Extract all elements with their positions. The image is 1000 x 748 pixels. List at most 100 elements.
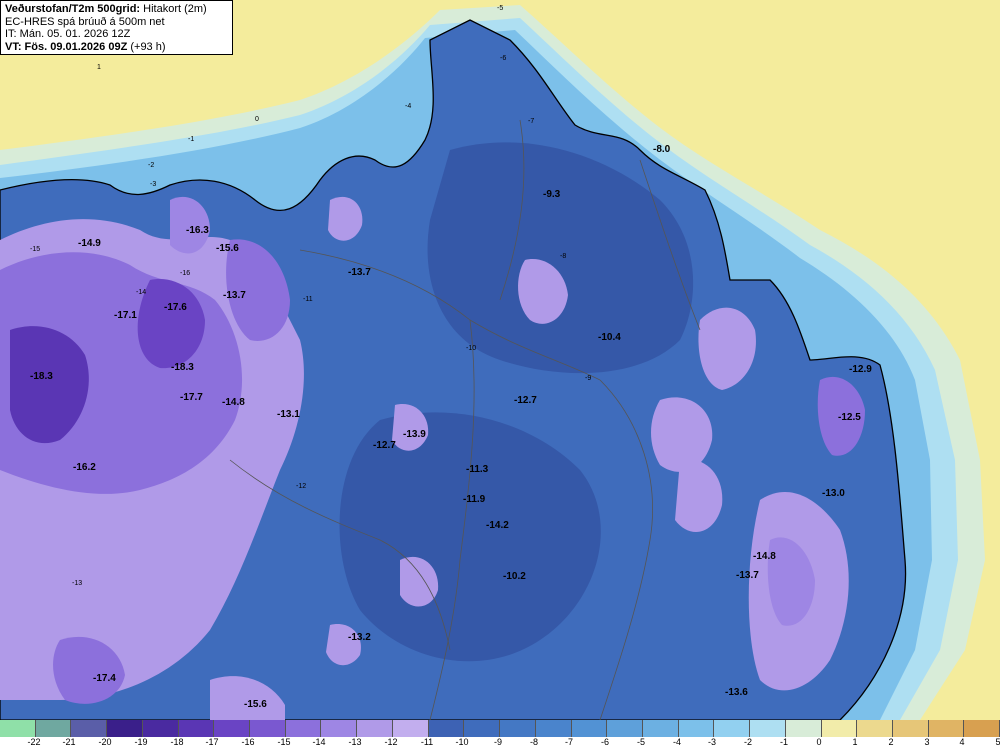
temperature-value-label: -18.3 — [30, 371, 53, 382]
legend-tick: -16 — [241, 737, 255, 747]
map-title-main: Veðurstofan/T2m 500grid: — [5, 3, 141, 15]
temperature-value-label: -14.8 — [753, 551, 776, 562]
legend-swatch — [607, 720, 643, 737]
legend-tick: -12 — [384, 737, 398, 747]
map-title-type: Hitakort (2m) — [140, 3, 207, 15]
temperature-value-label: -12.7 — [373, 440, 396, 451]
temperature-value-label: -16.2 — [73, 462, 96, 473]
initial-time: IT: Mán. 05. 01. 2026 12Z — [5, 28, 131, 40]
contour-label: 1 — [97, 64, 101, 71]
legend-tick: 4 — [959, 737, 965, 747]
temperature-value-label: -12.9 — [849, 364, 872, 375]
contour-label: -14 — [136, 289, 146, 296]
legend-swatch — [821, 720, 858, 737]
valid-time: VT: Fös. 09.01.2026 09Z (+93 h) — [5, 41, 228, 54]
legend-tick: -20 — [98, 737, 112, 747]
temperature-value-label: -17.4 — [93, 673, 116, 684]
legend-swatch — [964, 720, 1000, 737]
legend-swatch — [857, 720, 893, 737]
legend-tick: -6 — [600, 737, 610, 747]
temperature-value-label: -12.5 — [838, 412, 861, 423]
temperature-value-label: -9.3 — [543, 189, 561, 200]
legend-tick: -8 — [529, 737, 539, 747]
legend-swatch — [214, 720, 251, 737]
legend-tick: -11 — [420, 737, 434, 747]
temperature-value-label: -13.6 — [725, 687, 748, 698]
legend-swatch — [642, 720, 679, 737]
contour-label: -11 — [303, 296, 313, 303]
temperature-value-label: -14.8 — [222, 397, 245, 408]
contour-label: -4 — [405, 103, 411, 110]
contour-label: -3 — [150, 181, 156, 188]
legend-tick: -19 — [134, 737, 148, 747]
legend-swatch — [250, 720, 286, 737]
legend-tick: -22 — [27, 737, 41, 747]
legend-swatch — [464, 720, 501, 737]
temperature-value-label: -13.7 — [223, 290, 246, 301]
legend-swatch — [71, 720, 108, 737]
temperature-value-label: -16.3 — [186, 225, 209, 236]
legend-tick: -2 — [743, 737, 753, 747]
valid-time-main: VT: Fös. 09.01.2026 09Z — [5, 40, 128, 53]
legend-tick: 2 — [888, 737, 894, 747]
forecast-hour: (+93 h) — [127, 40, 166, 53]
legend-swatch — [714, 720, 751, 737]
legend-swatch — [428, 720, 465, 737]
legend-swatch — [0, 720, 36, 737]
legend-tick: -18 — [170, 737, 184, 747]
legend-tick: -15 — [277, 737, 291, 747]
legend-tick: -3 — [707, 737, 717, 747]
temperature-value-label: -11.9 — [463, 494, 486, 505]
temperature-value-label: -18.3 — [171, 362, 194, 373]
legend-tick: -7 — [564, 737, 574, 747]
contour-label: -6 — [500, 55, 506, 62]
legend-swatch — [357, 720, 393, 737]
legend-swatch — [571, 720, 608, 737]
temperature-value-label: -13.1 — [277, 409, 300, 420]
legend-swatch — [142, 720, 179, 737]
legend-tick: -13 — [348, 737, 362, 747]
temperature-value-label: -13.2 — [348, 632, 371, 643]
temperature-value-label: -13.9 — [403, 429, 426, 440]
legend-swatch — [107, 720, 143, 737]
legend-swatch — [892, 720, 929, 737]
legend-tick: 1 — [852, 737, 858, 747]
temperature-value-label: -13.0 — [822, 488, 845, 499]
temperature-value-label: -14.9 — [78, 238, 101, 249]
temperature-value-label: -14.2 — [486, 520, 509, 531]
legend-swatch — [321, 720, 358, 737]
temperature-map: 0 -1 -2 -3 -4 -5 -6 -7 -8 -9 -10 -11 -12 -13 -14 -15 -16… — [0, 0, 1000, 720]
temperature-value-label: -13.7 — [348, 267, 371, 278]
legend-tick: -1 — [779, 737, 789, 747]
legend-tick: -9 — [493, 737, 503, 747]
temperature-value-label: -17.7 — [180, 392, 203, 403]
legend-tick: -17 — [205, 737, 219, 747]
contour-label: -12 — [296, 483, 306, 490]
contour-label: -7 — [528, 118, 534, 125]
contour-label: -8 — [560, 253, 566, 260]
legend-tick: -4 — [672, 737, 682, 747]
temperature-value-label: -15.6 — [244, 699, 267, 710]
temperature-value-label: -8.0 — [653, 144, 671, 155]
legend-swatch — [750, 720, 786, 737]
contour-label: -10 — [466, 345, 476, 352]
contour-label: -5 — [497, 5, 503, 12]
temperature-value-label: -10.2 — [503, 571, 526, 582]
temperature-value-label: -17.1 — [114, 310, 137, 321]
legend-tick-labels: -22 -21 -20 -19 -18 -17 -16 -15 -14 -13 -12 -11 -10-… — [0, 737, 1000, 748]
legend-tick: -21 — [62, 737, 76, 747]
contour-label: 0 — [255, 116, 259, 123]
contour-label: -1 — [188, 136, 194, 143]
map-title: Veðurstofan/T2m 500grid: Hitakort (2m) — [5, 3, 228, 16]
legend-swatch — [35, 720, 72, 737]
legend-tick: 3 — [924, 737, 930, 747]
temperature-value-label: -13.7 — [736, 570, 759, 581]
contour-label: -9 — [585, 375, 591, 382]
map-info-box: Veðurstofan/T2m 500grid: Hitakort (2m) E… — [0, 0, 233, 55]
model-description: EC-HRES spá brúuð á 500m net — [5, 15, 165, 28]
legend-swatch — [178, 720, 215, 737]
legend-swatch — [678, 720, 715, 737]
legend-swatch — [500, 720, 536, 737]
legend-tick: -10 — [455, 737, 469, 747]
legend-tick: -5 — [636, 737, 646, 747]
